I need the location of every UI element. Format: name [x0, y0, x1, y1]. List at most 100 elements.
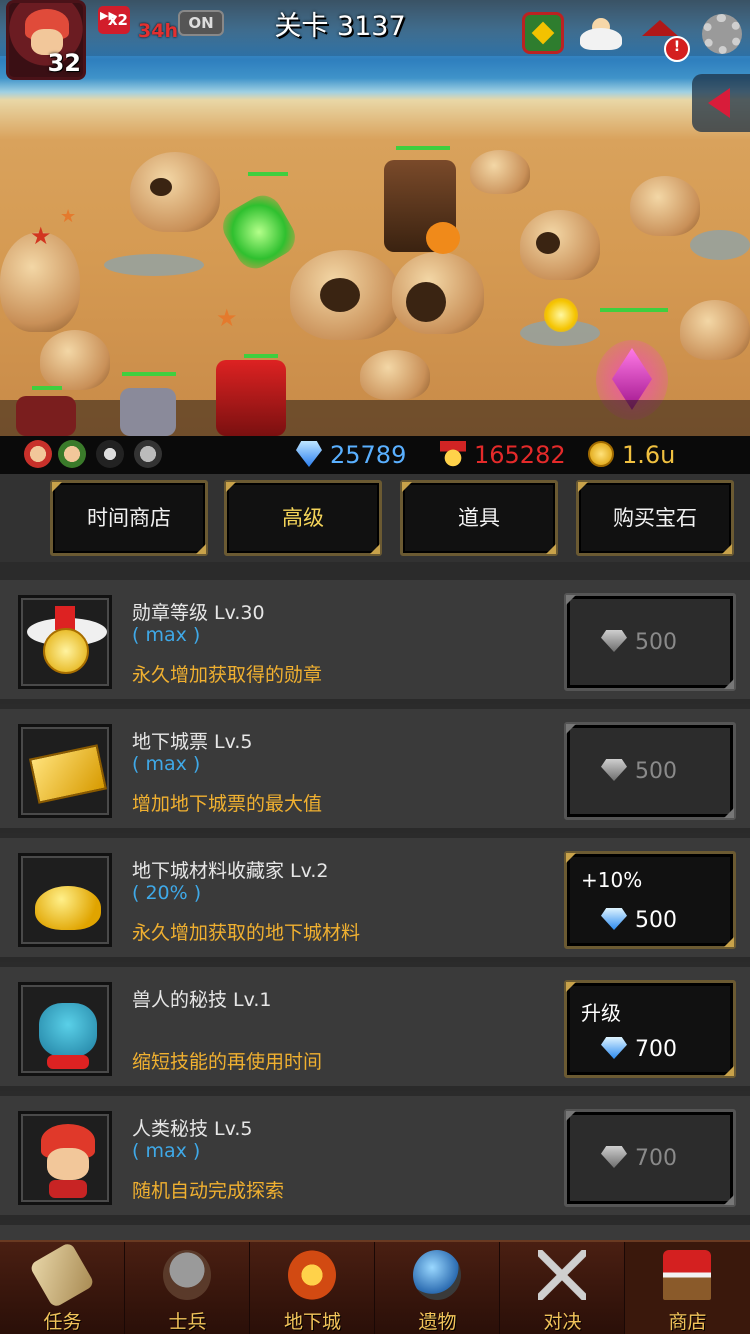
list-item	[0, 1225, 750, 1240]
medal-icon	[18, 595, 112, 689]
nav-label: 地下城	[283, 1311, 341, 1333]
tab-premium[interactable]: 高级	[224, 480, 382, 556]
ally-hp-bar	[122, 372, 176, 376]
price-label: 700	[601, 1037, 721, 1062]
ground-shade	[0, 400, 750, 436]
nav-label: 士兵	[168, 1311, 207, 1333]
tab-buy-gems[interactable]: 购买宝石	[576, 480, 734, 556]
resource-bar: 25789 165282 1.6u	[0, 436, 750, 474]
gold-coin-icon	[588, 441, 614, 467]
gem-icon	[601, 630, 627, 652]
tab-time-shop[interactable]: 时间商店	[50, 480, 208, 556]
sand-rock	[40, 330, 110, 390]
ticket-icon	[18, 724, 112, 818]
gold-counter: 1.6u	[588, 439, 675, 471]
item-description: 永久增加获取的地下城材料	[132, 922, 361, 944]
item-title: 地下城材料收藏家 Lv.2	[132, 860, 329, 882]
medal-amount: 165282	[474, 441, 566, 469]
gem-icon	[296, 441, 322, 467]
gold-drop-icon	[544, 298, 578, 332]
tab-items[interactable]: 道具	[400, 480, 558, 556]
shop-icon	[663, 1250, 711, 1300]
list-item: 地下城票 Lv.5 ( max ) 增加地下城票的最大值 500	[0, 709, 750, 833]
price-amount: 500	[635, 908, 677, 933]
item-description: 缩短技能的再使用时间	[132, 1051, 323, 1073]
skeleton-mini-icon[interactable]	[96, 440, 124, 468]
starfish: ★	[60, 206, 77, 227]
medal-counter: 165282	[440, 439, 566, 471]
player-avatar[interactable]: 32	[6, 0, 86, 80]
price-label: 700	[601, 1146, 721, 1171]
upgrade-button[interactable]: 500	[564, 593, 736, 691]
nav-shop[interactable]: 商店	[625, 1242, 750, 1334]
price-amount: 700	[635, 1037, 677, 1062]
gem-amount: 25789	[330, 441, 407, 469]
nav-label: 任务	[43, 1311, 82, 1333]
upgrade-button[interactable]: 升级 700	[564, 980, 736, 1078]
house-alert-icon[interactable]	[640, 12, 690, 62]
price-amount: 500	[635, 759, 677, 784]
upgrade-button[interactable]: 700	[564, 1109, 736, 1207]
elf-mini-icon[interactable]	[58, 440, 86, 468]
gem-icon	[601, 1037, 627, 1059]
nav-label: 遗物	[418, 1311, 457, 1333]
nav-quests[interactable]: 任务	[0, 1241, 125, 1334]
sand-rock	[520, 210, 600, 280]
nav-duel[interactable]: 对决	[500, 1242, 625, 1334]
item-description: 永久增加获取得的勋章	[132, 664, 323, 686]
rock-hole	[150, 178, 172, 196]
dungeon-icon	[288, 1250, 336, 1300]
bottom-navigation: 任务 士兵 地下城 遗物 对决 商店	[0, 1240, 750, 1334]
starfish: ★	[30, 222, 52, 250]
nav-relics[interactable]: 遗物	[375, 1242, 500, 1334]
angel-icon[interactable]	[580, 12, 622, 54]
item-status: ( max )	[132, 753, 201, 775]
orc-icon	[18, 982, 112, 1076]
shop-tabs: 时间商店 高级 道具 购买宝石	[0, 474, 750, 562]
item-title: 地下城票 Lv.5	[132, 731, 253, 753]
sand-rock	[680, 300, 750, 360]
sand-rock	[360, 350, 430, 400]
upgrade-button[interactable]: 500	[564, 722, 736, 820]
stage-title: 关卡 3137	[274, 11, 406, 42]
enemy-hp-bar	[396, 146, 450, 150]
rock-hole	[320, 278, 360, 312]
ally-unit	[120, 388, 176, 436]
guild-crest-icon[interactable]	[522, 12, 564, 54]
price-label: 500	[601, 759, 721, 784]
scroll-icon	[28, 1241, 96, 1309]
speed-boost-icon[interactable]: ▶▶ x2	[98, 6, 130, 34]
sand-rock	[630, 176, 700, 236]
price-amount: 500	[635, 630, 677, 655]
nav-soldiers[interactable]: 士兵	[125, 1242, 250, 1334]
price-label: 500	[601, 630, 721, 655]
rock-hole	[536, 232, 560, 254]
skill-effect	[216, 188, 302, 276]
ally-hp-bar	[248, 172, 288, 176]
gem-counter: 25789	[296, 439, 406, 471]
hero-unit	[216, 360, 286, 436]
ally-hp-bar	[244, 354, 278, 358]
item-title: 人类秘技 Lv.5	[132, 1118, 253, 1140]
speed-toggle[interactable]: ON	[178, 10, 224, 36]
price-amount: 700	[635, 1146, 677, 1171]
gem-icon	[601, 908, 627, 930]
upgrade-label: 升级	[581, 1001, 621, 1025]
upgrade-button[interactable]: +10% 500	[564, 851, 736, 949]
gem-icon	[601, 1146, 627, 1168]
item-description: 增加地下城票的最大值	[132, 793, 323, 815]
speed-time-remaining: 34h	[138, 20, 178, 42]
enemy-hp-bar	[600, 308, 668, 312]
hero-mini-icon[interactable]	[24, 440, 52, 468]
price-label: 500	[601, 908, 721, 933]
premium-item-list: 勋章等级 Lv.30 ( max ) 永久增加获取得的勋章 500 地下城票 L…	[0, 580, 750, 1240]
nav-dungeon[interactable]: 地下城	[250, 1242, 375, 1334]
nav-label: 对决	[543, 1311, 582, 1333]
player-level: 32	[47, 49, 81, 77]
item-status: ( 20% )	[132, 882, 202, 904]
battle-scene: ★ ★ ★ 32 ▶▶ x2 34h ON 关卡 3137	[0, 0, 750, 436]
side-panel-arrow-icon[interactable]	[692, 74, 750, 132]
pumpkin-unit	[426, 222, 460, 254]
gear-icon[interactable]	[702, 14, 742, 54]
knight-mini-icon[interactable]	[134, 440, 162, 468]
